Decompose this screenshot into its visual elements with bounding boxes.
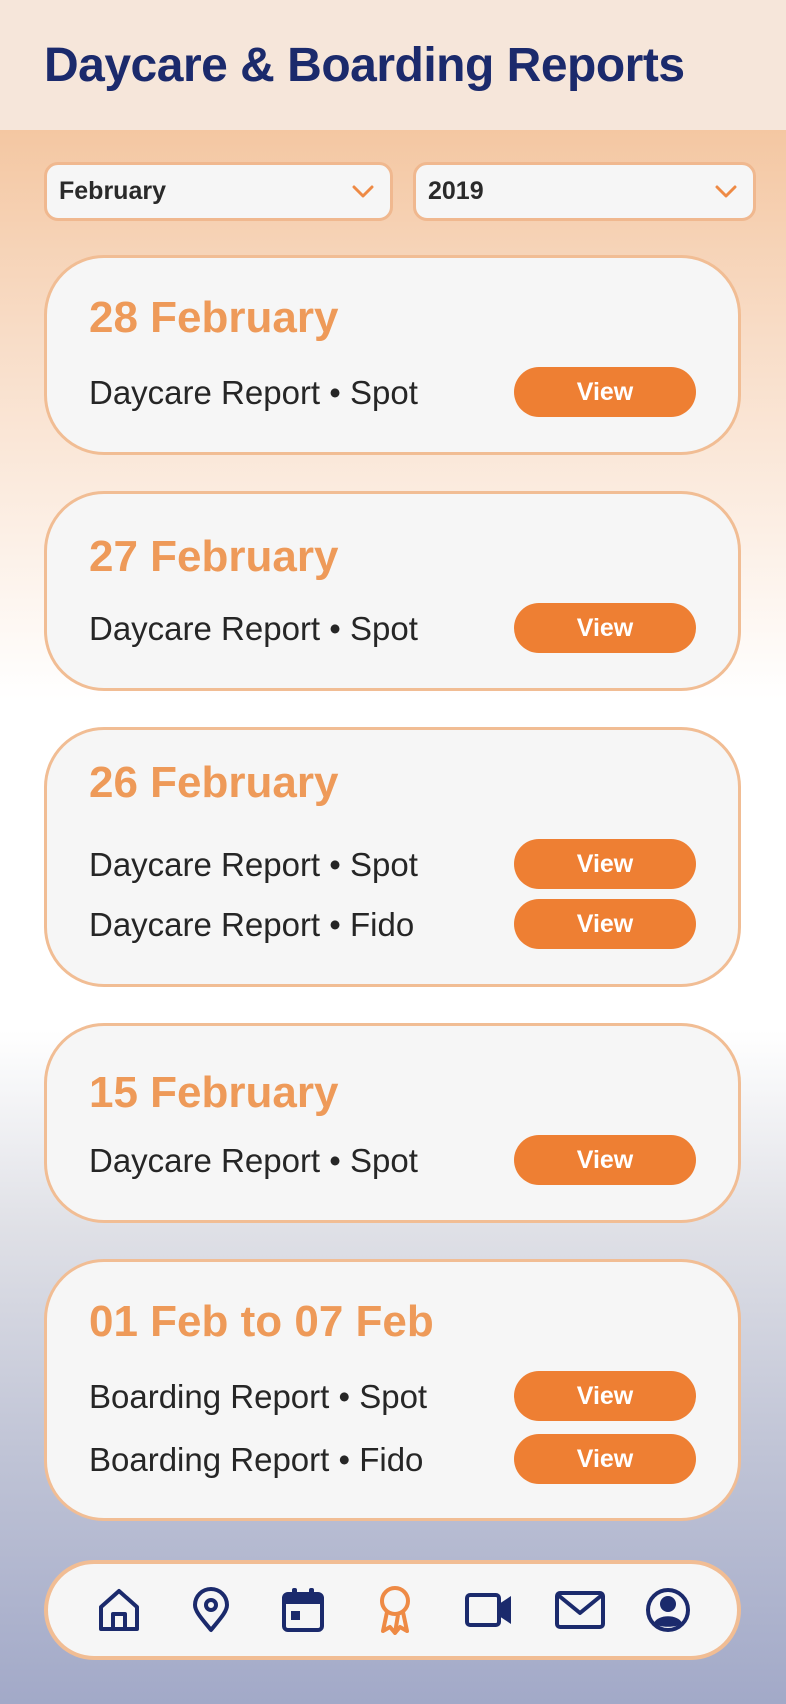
report-label: Boarding Report • Spot — [89, 1378, 428, 1415]
report-row: Daycare Report • Fido View — [47, 899, 738, 951]
report-row: Daycare Report • Spot View — [47, 1135, 738, 1187]
home-icon[interactable] — [95, 1586, 143, 1634]
page-title: Daycare & Boarding Reports — [44, 39, 685, 92]
report-label: Daycare Report • Spot — [89, 846, 418, 883]
profile-icon[interactable] — [644, 1586, 692, 1634]
report-row: Boarding Report • Spot View — [47, 1371, 738, 1423]
report-row: Daycare Report • Spot View — [47, 367, 738, 419]
month-select[interactable]: February — [44, 162, 393, 221]
month-select-value: February — [59, 177, 166, 205]
report-date: 28 February — [89, 293, 339, 342]
view-report-button[interactable]: View — [514, 1434, 696, 1484]
report-label: Boarding Report • Fido — [89, 1441, 424, 1478]
report-label: Daycare Report • Fido — [89, 906, 415, 943]
year-select-value: 2019 — [428, 177, 484, 205]
view-report-button[interactable]: View — [514, 1371, 696, 1421]
report-card: 28 February Daycare Report • Spot View — [44, 255, 741, 455]
view-report-button[interactable]: View — [514, 367, 696, 417]
report-label: Daycare Report • Spot — [89, 1142, 418, 1179]
report-date: 27 February — [89, 532, 339, 581]
report-date: 15 February — [89, 1068, 339, 1117]
header: Daycare & Boarding Reports — [0, 0, 786, 130]
report-row: Daycare Report • Spot View — [47, 839, 738, 891]
report-card: 01 Feb to 07 Feb Boarding Report • Spot … — [44, 1259, 741, 1521]
view-report-button[interactable]: View — [514, 899, 696, 949]
report-card: 15 February Daycare Report • Spot View — [44, 1023, 741, 1223]
mail-icon[interactable] — [553, 1586, 607, 1634]
award-ribbon-icon[interactable] — [371, 1586, 419, 1635]
year-select[interactable]: 2019 — [413, 162, 756, 221]
report-date: 01 Feb to 07 Feb — [89, 1297, 434, 1346]
view-report-button[interactable]: View — [514, 1135, 696, 1185]
report-label: Daycare Report • Spot — [89, 374, 418, 411]
report-card: 26 February Daycare Report • Spot View D… — [44, 727, 741, 987]
report-date: 26 February — [89, 758, 339, 807]
view-report-button[interactable]: View — [514, 603, 696, 653]
location-pin-icon[interactable] — [187, 1586, 235, 1634]
bottom-nav — [44, 1560, 741, 1660]
report-row: Daycare Report • Spot View — [47, 603, 738, 655]
report-card: 27 February Daycare Report • Spot View — [44, 491, 741, 691]
chevron-down-icon — [715, 185, 737, 199]
view-report-button[interactable]: View — [514, 839, 696, 889]
chevron-down-icon — [352, 185, 374, 199]
video-camera-icon[interactable] — [463, 1586, 515, 1634]
calendar-icon[interactable] — [279, 1586, 327, 1634]
report-row: Boarding Report • Fido View — [47, 1434, 738, 1486]
report-label: Daycare Report • Spot — [89, 610, 418, 647]
